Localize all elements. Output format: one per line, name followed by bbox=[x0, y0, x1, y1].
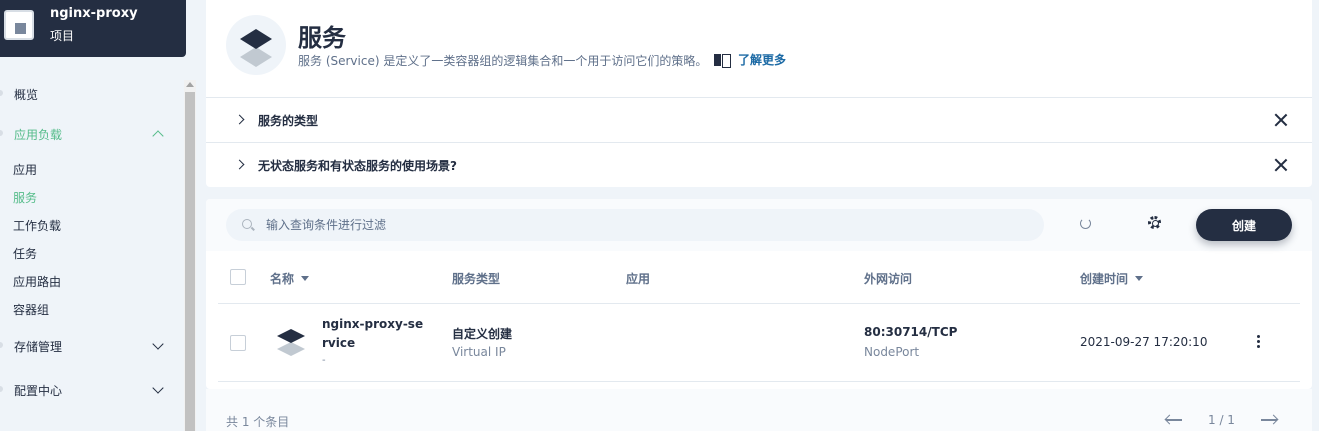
project-icon bbox=[4, 10, 34, 40]
sidebar-item-label: 存储管理 bbox=[14, 339, 63, 354]
column-header-name[interactable]: 名称 bbox=[270, 270, 310, 287]
config-icon bbox=[0, 386, 3, 392]
accordion-label: 无状态服务和有状态服务的使用场景? bbox=[258, 159, 457, 173]
overview-icon bbox=[0, 90, 3, 96]
learn-more-label: 了解更多 bbox=[738, 53, 787, 67]
sidebar-group-config[interactable]: 配置中心 bbox=[0, 376, 180, 404]
sidebar-item-label: 服务 bbox=[13, 190, 38, 205]
service-header-icon bbox=[226, 15, 286, 75]
column-label: 名称 bbox=[270, 272, 295, 286]
column-header-created[interactable]: 创建时间 bbox=[1080, 270, 1144, 287]
page-indicator: 1 / 1 bbox=[1208, 413, 1235, 427]
sidebar-item-jobs[interactable]: 任务 bbox=[0, 239, 180, 267]
sidebar-scrollbar-thumb[interactable] bbox=[185, 92, 195, 431]
service-subtype: Virtual IP bbox=[452, 345, 506, 359]
service-name-link[interactable]: nginx-proxy-service bbox=[322, 315, 428, 353]
table-footer: 共 1 个条目 1 / 1 bbox=[206, 389, 1312, 431]
sidebar-item-label: 应用路由 bbox=[13, 274, 62, 289]
sidebar-item-label: 任务 bbox=[13, 246, 38, 261]
column-label: 服务类型 bbox=[452, 272, 501, 286]
table-header: 名称 服务类型 应用 外网访问 创建时间 bbox=[218, 252, 1300, 304]
page-description: 服务 (Service) 是定义了一类容器组的逻辑集合和一个用于访问它们的策略。 bbox=[298, 54, 708, 68]
search-box[interactable] bbox=[226, 209, 1044, 241]
sidebar-item-services[interactable]: 服务 bbox=[0, 183, 180, 211]
scroll-up-arrow-icon[interactable] bbox=[186, 82, 194, 87]
column-label: 应用 bbox=[626, 272, 651, 286]
sort-down-icon bbox=[1135, 276, 1144, 281]
more-vertical-icon[interactable] bbox=[1257, 335, 1261, 349]
project-name: nginx-proxy bbox=[50, 6, 138, 21]
created-time: 2021-09-27 17:20:10 bbox=[1080, 335, 1208, 349]
column-label: 创建时间 bbox=[1080, 272, 1129, 286]
access-type: NodePort bbox=[864, 345, 920, 359]
book-icon bbox=[714, 53, 731, 68]
search-input[interactable] bbox=[266, 209, 1026, 241]
page-title: 服务 bbox=[298, 24, 346, 52]
row-checkbox[interactable] bbox=[230, 335, 246, 351]
table-toolbar: 创建 bbox=[206, 199, 1312, 251]
external-access: 80:30714/TCP bbox=[864, 325, 958, 339]
pagination: 1 / 1 bbox=[1166, 413, 1277, 427]
close-icon[interactable] bbox=[1274, 113, 1288, 127]
refresh-icon[interactable] bbox=[1080, 218, 1091, 229]
chevron-down-icon bbox=[152, 338, 164, 350]
column-label: 外网访问 bbox=[864, 272, 913, 286]
project-card[interactable]: nginx-proxy 项目 bbox=[0, 0, 186, 57]
service-type: 自定义创建 bbox=[452, 327, 513, 341]
sidebar-item-overview[interactable]: 概览 bbox=[0, 80, 180, 108]
sidebar-group-workloads[interactable]: 应用负载 bbox=[0, 120, 180, 148]
create-button[interactable]: 创建 bbox=[1196, 209, 1292, 241]
arrow-left-icon[interactable] bbox=[1166, 419, 1182, 421]
column-header-service-type: 服务类型 bbox=[452, 270, 500, 287]
gear-icon[interactable] bbox=[1148, 216, 1161, 229]
accordion-label: 服务的类型 bbox=[258, 114, 319, 128]
storage-icon bbox=[0, 342, 3, 348]
chevron-right-icon bbox=[234, 114, 245, 125]
sidebar-item-label: 配置中心 bbox=[14, 383, 63, 398]
service-icon bbox=[276, 327, 306, 357]
accordion-service-types[interactable]: 服务的类型 bbox=[206, 97, 1312, 142]
chevron-up-icon bbox=[152, 130, 164, 142]
sidebar-group-storage[interactable]: 存储管理 bbox=[0, 332, 180, 360]
select-all-checkbox[interactable] bbox=[230, 269, 246, 285]
column-header-app: 应用 bbox=[626, 270, 650, 287]
arrow-right-icon[interactable] bbox=[1260, 419, 1277, 421]
learn-more-link[interactable]: 了解更多 bbox=[714, 51, 786, 68]
table-row[interactable]: nginx-proxy-service - 自定义创建 Virtual IP 8… bbox=[218, 305, 1300, 382]
page-header: 服务 服务 (Service) 是定义了一类容器组的逻辑集合和一个用于访问它们的… bbox=[206, 0, 1312, 97]
total-count: 共 1 个条目 bbox=[226, 415, 290, 429]
workloads-icon bbox=[0, 130, 3, 136]
sidebar-item-label: 应用 bbox=[13, 162, 38, 177]
close-icon[interactable] bbox=[1274, 158, 1288, 172]
sidebar-item-apps[interactable]: 应用 bbox=[0, 155, 180, 183]
sidebar-item-workloads[interactable]: 工作负载 bbox=[0, 211, 180, 239]
sort-down-icon bbox=[301, 276, 310, 281]
project-type: 项目 bbox=[50, 29, 75, 43]
service-description: - bbox=[322, 355, 326, 366]
sidebar-item-pods[interactable]: 容器组 bbox=[0, 295, 180, 323]
sidebar-item-label: 概览 bbox=[14, 87, 39, 102]
column-header-external-access: 外网访问 bbox=[864, 270, 912, 287]
sidebar-item-routes[interactable]: 应用路由 bbox=[0, 267, 180, 295]
sidebar-item-label: 应用负载 bbox=[14, 127, 63, 142]
chevron-down-icon bbox=[152, 382, 164, 394]
search-icon bbox=[242, 219, 252, 229]
chevron-right-icon bbox=[234, 159, 245, 170]
accordion-usage-scenarios[interactable]: 无状态服务和有状态服务的使用场景? bbox=[206, 142, 1312, 187]
sidebar-item-label: 工作负载 bbox=[13, 218, 62, 233]
sidebar-item-label: 容器组 bbox=[13, 302, 50, 317]
